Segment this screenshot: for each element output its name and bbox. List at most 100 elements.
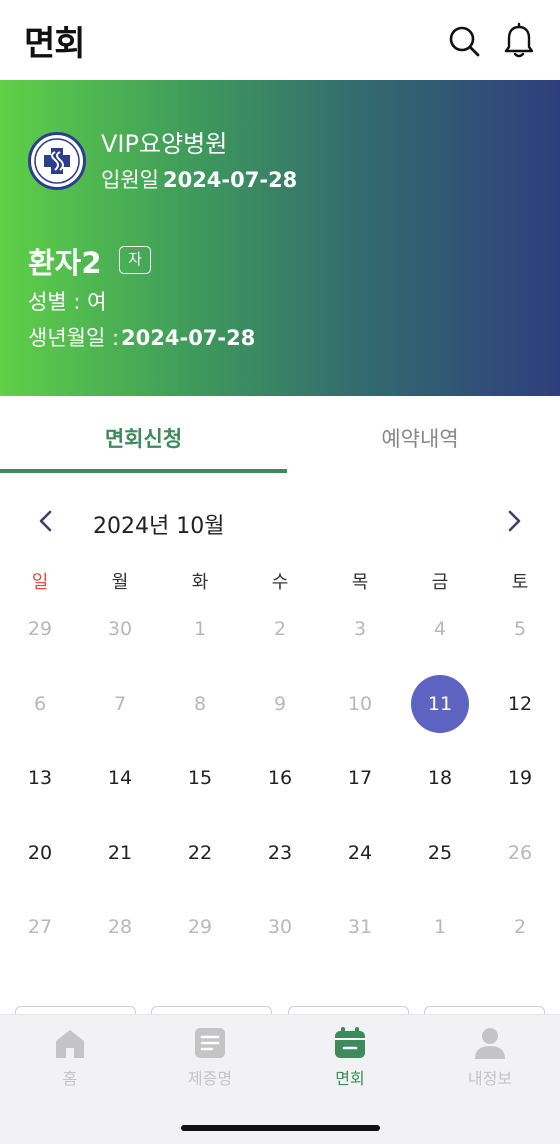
tab-reservation-history[interactable]: 예약내역 [280,396,560,476]
calendar-day-number: 30 [107,618,133,640]
calendar-day[interactable]: 24 [320,828,400,878]
calendar-day-selected[interactable]: 11 [400,674,480,733]
calendar-day-number: 29 [187,916,213,938]
calendar-day: 6 [0,679,80,729]
calendar-day-number: 5 [513,618,527,640]
calendar-day[interactable]: 25 [400,828,480,878]
hospital-name: VIP요양병원 [101,130,228,158]
calendar-day-number: 30 [267,916,293,938]
calendar-day-number: 1 [193,618,207,640]
chevron-right-icon[interactable] [499,506,529,536]
patient-gender: 성별 : 여 [28,290,107,314]
calendar-day[interactable]: 20 [0,828,80,878]
calendar-day-number: 9 [273,692,287,715]
calendar-day: 9 [240,679,320,729]
calendar-day-number: 17 [347,767,373,789]
bell-icon[interactable] [502,22,536,60]
calendar-day-number: 8 [193,692,207,715]
calendar-day[interactable]: 17 [320,753,400,803]
birth-date: 2024-07-28 [121,326,256,350]
nav-certificates[interactable]: 제증명 [140,1025,280,1089]
chevron-left-icon[interactable] [31,506,61,536]
calendar-day: 30 [80,604,160,654]
calendar-day[interactable]: 14 [80,753,160,803]
calendar-day-number: 15 [187,767,213,789]
patient-banner: VIP요양병원 입원일 2024-07-28 환자2 자 성별 : 여 생년월일 … [0,80,560,396]
calendar-day[interactable]: 15 [160,753,240,803]
calendar-day: 2 [240,604,320,654]
calendar-day: 29 [0,604,80,654]
weekday-label: 일 [31,572,49,593]
active-tab-indicator [0,469,287,473]
calendar-day[interactable]: 16 [240,753,320,803]
birth-label: 생년월일 : [28,326,120,350]
nav-visit-label: 면회 [335,1069,365,1088]
calendar-day-number: 31 [347,916,373,938]
calendar-day-number: 25 [427,841,453,864]
calendar-day-number: 1 [433,916,447,938]
calendar-day: 27 [0,902,80,952]
calendar-day[interactable]: 12 [480,679,560,729]
weekday-label: 화 [191,572,209,593]
home-icon [56,1030,84,1058]
calendar-day[interactable]: 21 [80,828,160,878]
tab-bar: 면회신청 예약내역 [0,396,560,476]
calendar-day-number: 28 [107,916,133,938]
calendar-icon [335,1027,365,1058]
calendar-day[interactable]: 19 [480,753,560,803]
calendar-day: 2 [480,902,560,952]
nav-my-info-label: 내정보 [467,1069,513,1088]
admission-label: 입원일 [101,168,159,192]
calendar-day-number: 24 [347,841,373,864]
calendar-day-number: 29 [27,618,53,640]
app-header: 면회 [0,0,560,80]
calendar-day: 5 [480,604,560,654]
calendar-day: 26 [480,828,560,878]
calendar-day-number: 18 [427,767,453,789]
calendar-day: 28 [80,902,160,952]
calendar-day-number: 22 [187,841,213,864]
calendar-day: 31 [320,902,400,952]
calendar-day: 1 [400,902,480,952]
calendar-day: 29 [160,902,240,952]
patient-badge: 자 [119,246,151,274]
month-label: 2024년 10월 [93,514,225,539]
document-icon [195,1028,225,1058]
calendar-day[interactable]: 23 [240,828,320,878]
calendar-day[interactable]: 22 [160,828,240,878]
calendar-day-number: 2 [273,618,287,640]
search-icon[interactable] [447,22,481,60]
nav-my-info[interactable]: 내정보 [420,1025,560,1089]
month-navigator: 2024년 10월 [0,496,560,548]
tab-visit-request[interactable]: 면회신청 [0,396,287,476]
calendar-day[interactable]: 18 [400,753,480,803]
calendar-day[interactable]: 13 [0,753,80,803]
calendar-day-number: 14 [107,767,133,789]
calendar-day: 1 [160,604,240,654]
calendar-day-number: 23 [267,841,293,864]
nav-certificates-label: 제증명 [187,1069,233,1088]
hospital-logo [28,132,86,190]
calendar-day-number: 10 [347,692,373,715]
admission-info: 입원일 2024-07-28 [101,164,297,194]
patient-name: 환자2 [28,246,102,280]
weekday-label: 월 [111,572,129,593]
calendar-day-number: 20 [27,841,53,864]
person-icon [475,1028,505,1059]
calendar-day-number: 2 [513,916,527,938]
calendar-day-number: 19 [507,767,533,789]
calendar-day-number: 6 [33,692,47,715]
calendar-day-number: 26 [507,841,533,864]
calendar-day: 3 [320,604,400,654]
calendar-day-number: 7 [113,692,127,715]
calendar-day: 7 [80,679,160,729]
weekday-label: 수 [271,572,289,593]
nav-home[interactable]: 홈 [0,1025,140,1089]
calendar-day-number: 4 [433,618,447,640]
weekday-label: 금 [431,572,449,593]
weekday-header: 일월화수목금토 [0,568,560,594]
calendar-day: 10 [320,679,400,729]
calendar-day-number: 21 [107,841,133,864]
calendar-day-number: 16 [267,767,293,789]
nav-visit[interactable]: 면회 [280,1025,420,1089]
